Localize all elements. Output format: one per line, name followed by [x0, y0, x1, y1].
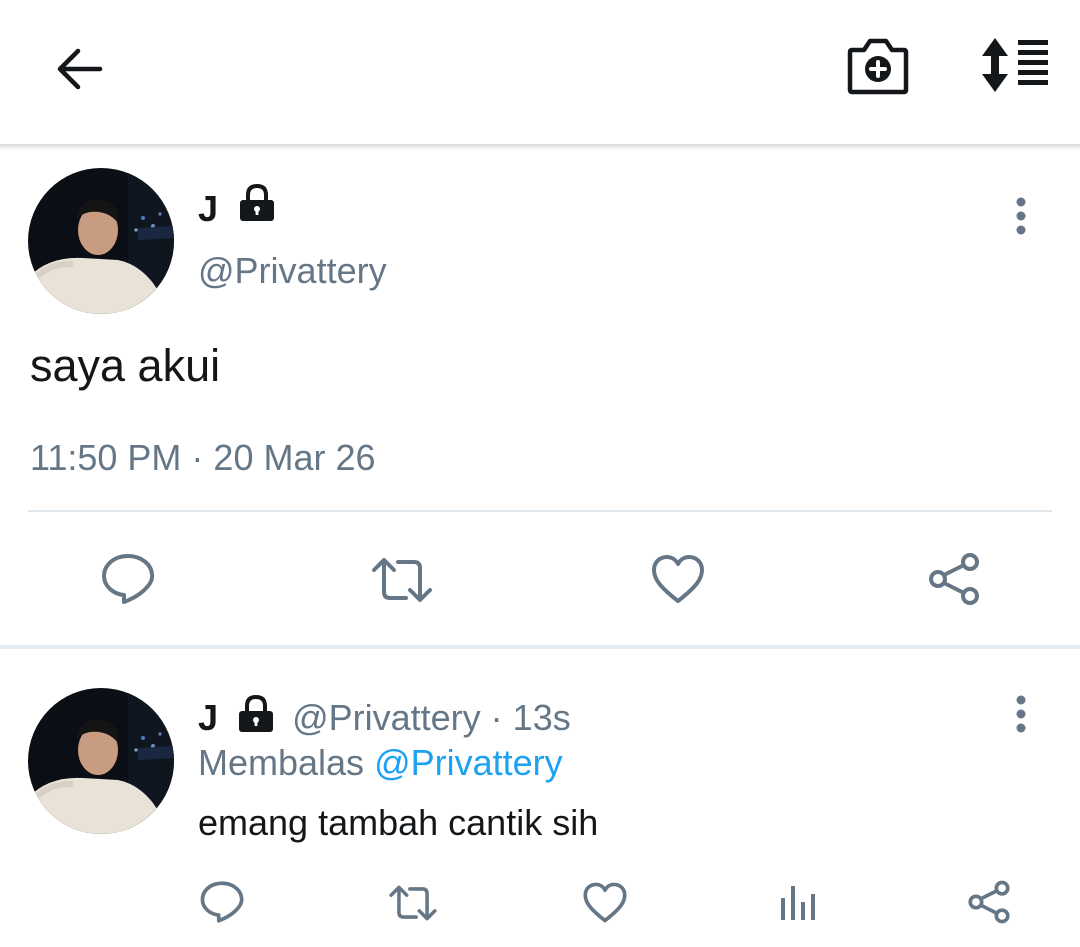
timestamp-separator: · [191, 437, 204, 478]
tweet-text: saya akui [30, 340, 221, 391]
reply-display-name[interactable]: J [198, 697, 218, 738]
camera-plus-icon [847, 38, 909, 95]
tweet-timestamp: 11:50 PM · 20 Mar 26 [30, 437, 376, 479]
tweet-time: 11:50 PM [30, 437, 182, 478]
divider [28, 510, 1052, 512]
retweet-icon[interactable] [388, 882, 438, 924]
back-button[interactable] [50, 40, 108, 98]
reply-age: 13s [512, 697, 571, 738]
analytics-icon[interactable] [778, 882, 818, 922]
section-separator [0, 645, 1080, 649]
replying-label: Membalas [198, 742, 365, 783]
replying-mention[interactable]: @Privattery [374, 742, 563, 783]
reply-icon[interactable] [199, 880, 245, 924]
avatar-photo [28, 688, 174, 834]
reply-icon[interactable] [100, 552, 156, 606]
reply-avatar[interactable] [28, 688, 174, 834]
user-handle[interactable]: @Privattery [198, 250, 387, 292]
sort-list-icon [982, 38, 1048, 92]
reply-more-options-icon[interactable] [1011, 690, 1031, 738]
arrow-left-icon [57, 48, 103, 90]
tweet-date: 20 Mar 26 [213, 437, 376, 478]
add-photo-button[interactable] [846, 36, 910, 96]
top-bar-shadow [0, 144, 1080, 150]
lock-icon [240, 183, 274, 221]
share-icon[interactable] [966, 880, 1012, 924]
top-app-bar [0, 0, 1080, 150]
more-options-icon[interactable] [1011, 192, 1031, 240]
like-icon[interactable] [582, 881, 628, 924]
sort-button[interactable] [974, 36, 1050, 94]
avatar-photo [28, 168, 174, 314]
reply-text: emang tambah cantik sih [198, 802, 599, 843]
lock-icon [239, 694, 274, 732]
share-icon[interactable] [926, 552, 982, 606]
display-name[interactable]: J [198, 188, 218, 230]
avatar[interactable] [28, 168, 174, 314]
retweet-icon[interactable] [370, 554, 434, 606]
reply-separator: · [490, 697, 503, 738]
reply-handle[interactable]: @Privattery [292, 697, 481, 738]
replying-to: Membalas @Privattery [198, 742, 563, 784]
reply-header: J @Privattery · 13s [198, 694, 571, 739]
like-icon[interactable] [650, 553, 706, 605]
